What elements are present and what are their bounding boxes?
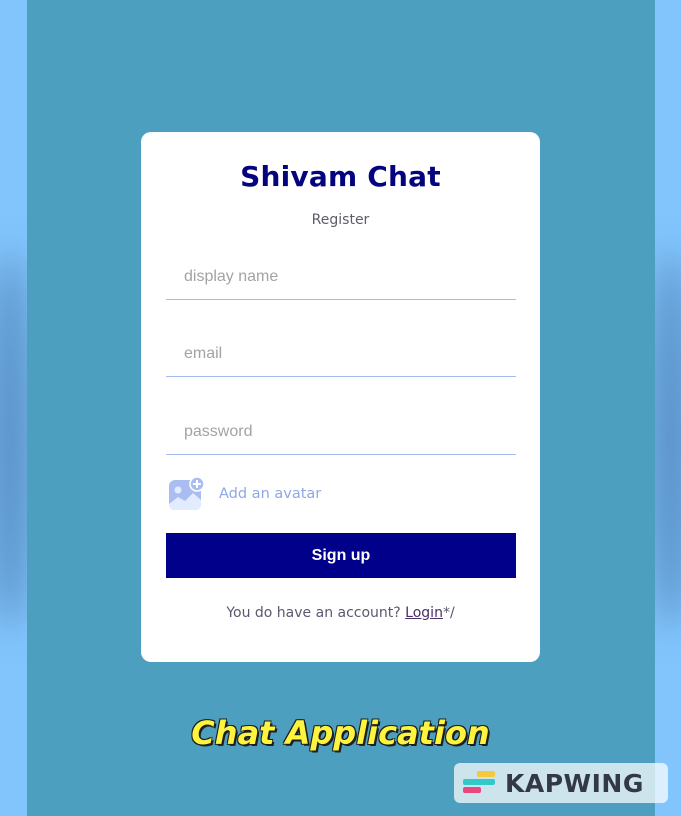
login-prompt-text: You do have an account? — [226, 605, 406, 621]
email-input[interactable] — [166, 331, 516, 377]
right-shadow — [651, 250, 681, 630]
app-logo-title: Shivam Chat — [240, 160, 441, 193]
register-card: Shivam Chat Register Add an avatar Sign … — [141, 132, 540, 662]
form-subtitle: Register — [311, 212, 370, 228]
video-caption: Chat Application — [191, 714, 490, 752]
sign-up-button[interactable]: Sign up — [166, 533, 516, 578]
add-avatar-label: Add an avatar — [219, 486, 322, 502]
kapwing-watermark: KAPWING — [454, 763, 668, 803]
login-prompt: You do have an account? Login*/ — [141, 605, 540, 621]
login-prompt-trailing: */ — [442, 605, 455, 621]
password-input[interactable] — [166, 409, 516, 455]
kapwing-logo-icon — [454, 771, 497, 795]
add-image-icon — [168, 475, 205, 513]
display-name-input[interactable] — [166, 254, 516, 300]
left-shadow — [0, 250, 30, 630]
add-avatar-control[interactable]: Add an avatar — [168, 474, 321, 514]
login-link[interactable]: Login — [405, 605, 443, 621]
kapwing-wordmark: KAPWING — [505, 768, 644, 798]
